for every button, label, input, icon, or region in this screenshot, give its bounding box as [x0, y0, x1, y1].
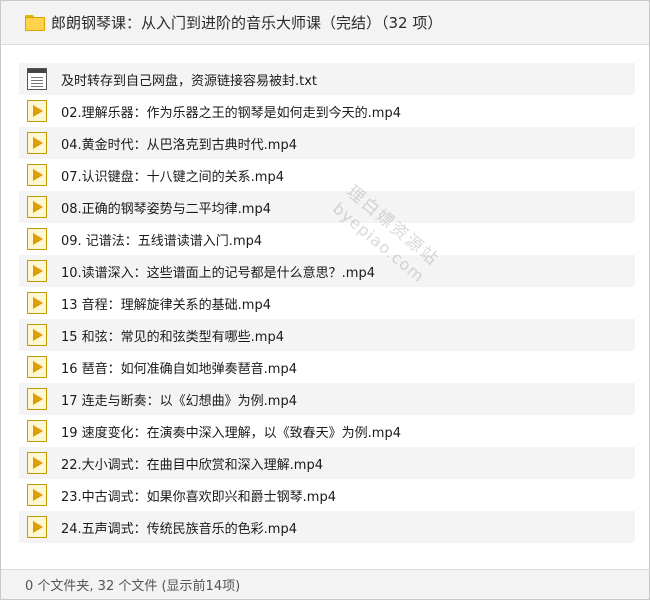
- file-name: 02.理解乐器：作为乐器之王的钢琴是如何走到今天的.mp4: [61, 105, 401, 121]
- file-row[interactable]: 15 和弦：常见的和弦类型有哪些.mp4: [19, 319, 635, 351]
- window-title: 郎朗钢琴课：从入门到进阶的音乐大师课（完结）（32 项）: [51, 14, 443, 32]
- file-name: 及时转存到自己网盘，资源链接容易被封.txt: [61, 73, 318, 89]
- video-file-icon: [27, 420, 47, 442]
- file-row[interactable]: 04.黄金时代：从巴洛克到古典时代.mp4: [19, 127, 635, 159]
- video-file-icon: [27, 292, 47, 314]
- file-row[interactable]: 23.中古调式：如果你喜欢即兴和爵士钢琴.mp4: [19, 479, 635, 511]
- file-name: 13 音程：理解旋律关系的基础.mp4: [61, 297, 271, 313]
- file-name: 24.五声调式：传统民族音乐的色彩.mp4: [61, 521, 297, 537]
- file-name: 17 连走与断奏：以《幻想曲》为例.mp4: [61, 393, 297, 409]
- file-name: 08.正确的钢琴姿势与二平均律.mp4: [61, 201, 271, 217]
- file-name: 16 琶音：如何准确自如地弹奏琶音.mp4: [61, 361, 297, 377]
- file-row[interactable]: 13 音程：理解旋律关系的基础.mp4: [19, 287, 635, 319]
- file-row[interactable]: 07.认识键盘：十八键之间的关系.mp4: [19, 159, 635, 191]
- file-row[interactable]: 24.五声调式：传统民族音乐的色彩.mp4: [19, 511, 635, 543]
- file-row[interactable]: 17 连走与断奏：以《幻想曲》为例.mp4: [19, 383, 635, 415]
- file-row[interactable]: 10.读谱深入：这些谱面上的记号都是什么意思？.mp4: [19, 255, 635, 287]
- file-name: 10.读谱深入：这些谱面上的记号都是什么意思？.mp4: [61, 265, 375, 281]
- file-row[interactable]: 02.理解乐器：作为乐器之王的钢琴是如何走到今天的.mp4: [19, 95, 635, 127]
- file-name: 23.中古调式：如果你喜欢即兴和爵士钢琴.mp4: [61, 489, 336, 505]
- file-name: 15 和弦：常见的和弦类型有哪些.mp4: [61, 329, 284, 345]
- file-row[interactable]: 16 琶音：如何准确自如地弹奏琶音.mp4: [19, 351, 635, 383]
- video-file-icon: [27, 388, 47, 410]
- folder-icon: [25, 14, 45, 31]
- video-file-icon: [27, 164, 47, 186]
- video-file-icon: [27, 516, 47, 538]
- video-file-icon: [27, 196, 47, 218]
- file-row[interactable]: 22.大小调式：在曲目中欣赏和深入理解.mp4: [19, 447, 635, 479]
- status-text: 0 个文件夹, 32 个文件 (显示前14项): [25, 579, 241, 594]
- file-name: 09. 记谱法：五线谱读谱入门.mp4: [61, 233, 263, 249]
- file-name: 19 速度变化：在演奏中深入理解，以《致春天》为例.mp4: [61, 425, 401, 441]
- video-file-icon: [27, 324, 47, 346]
- file-name: 22.大小调式：在曲目中欣赏和深入理解.mp4: [61, 457, 323, 473]
- file-name: 07.认识键盘：十八键之间的关系.mp4: [61, 169, 284, 185]
- video-file-icon: [27, 228, 47, 250]
- video-file-icon: [27, 452, 47, 474]
- file-name: 04.黄金时代：从巴洛克到古典时代.mp4: [61, 137, 297, 153]
- video-file-icon: [27, 356, 47, 378]
- file-row[interactable]: 及时转存到自己网盘，资源链接容易被封.txt: [19, 63, 635, 95]
- status-bar: 0 个文件夹, 32 个文件 (显示前14项): [1, 569, 649, 599]
- file-list: 及时转存到自己网盘，资源链接容易被封.txt 02.理解乐器：作为乐器之王的钢琴是…: [19, 63, 635, 543]
- video-file-icon: [27, 132, 47, 154]
- video-file-icon: [27, 100, 47, 122]
- file-row[interactable]: 08.正确的钢琴姿势与二平均律.mp4: [19, 191, 635, 223]
- video-file-icon: [27, 260, 47, 282]
- title-bar: 郎朗钢琴课：从入门到进阶的音乐大师课（完结）（32 项）: [1, 1, 649, 45]
- video-file-icon: [27, 484, 47, 506]
- file-row[interactable]: 09. 记谱法：五线谱读谱入门.mp4: [19, 223, 635, 255]
- txt-file-icon: [27, 68, 47, 90]
- file-window: 郎朗钢琴课：从入门到进阶的音乐大师课（完结）（32 项） 及时转存到自己网盘，资…: [0, 0, 650, 600]
- file-row[interactable]: 19 速度变化：在演奏中深入理解，以《致春天》为例.mp4: [19, 415, 635, 447]
